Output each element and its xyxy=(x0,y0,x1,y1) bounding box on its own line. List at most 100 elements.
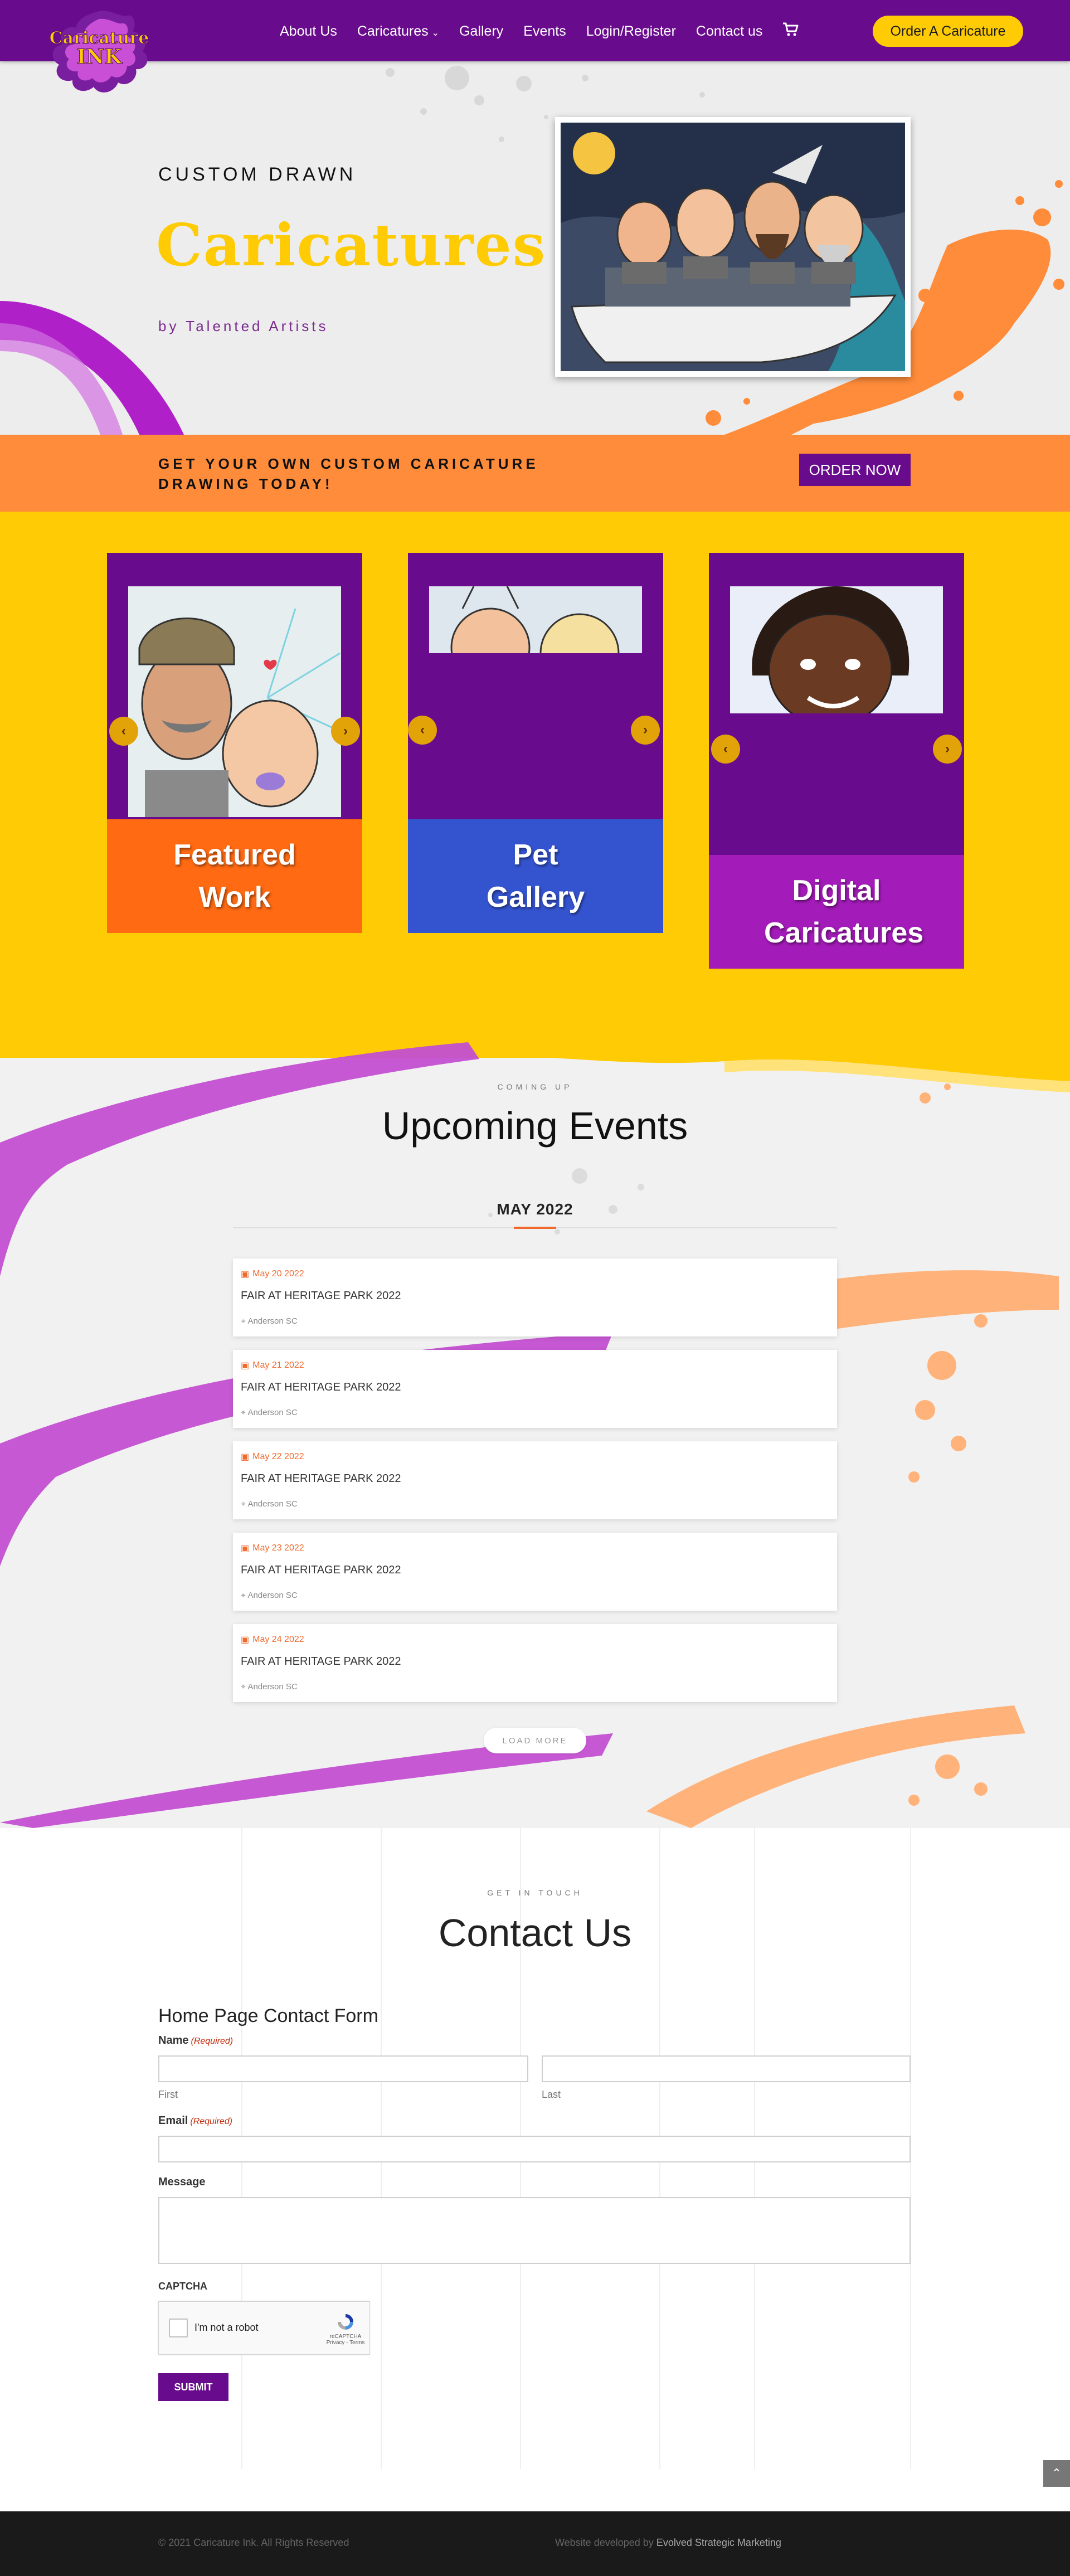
events-title: Upcoming Events xyxy=(382,1104,688,1148)
event-card[interactable]: ▣ May 21 2022 FAIR AT HERITAGE PARK 2022 … xyxy=(233,1350,837,1428)
email-input[interactable] xyxy=(158,2136,911,2162)
event-name[interactable]: FAIR AT HERITAGE PARK 2022 xyxy=(241,1381,401,1394)
prev-arrow-icon[interactable]: ‹ xyxy=(109,717,138,746)
event-name[interactable]: FAIR AT HERITAGE PARK 2022 xyxy=(241,1472,401,1485)
event-name[interactable]: FAIR AT HERITAGE PARK 2022 xyxy=(241,1655,401,1668)
event-date-text: May 23 2022 xyxy=(252,1543,304,1553)
nav-gallery[interactable]: Gallery xyxy=(459,23,503,40)
location-pin-icon: ⌖ xyxy=(241,1591,246,1600)
location-pin-icon: ⌖ xyxy=(241,1316,246,1326)
event-date-text: May 22 2022 xyxy=(252,1452,304,1461)
email-label: Email (Required) xyxy=(158,2115,232,2127)
first-name-input[interactable] xyxy=(158,2055,528,2082)
order-caricature-button[interactable]: Order A Caricature xyxy=(873,16,1023,47)
email-label-text: Email xyxy=(158,2115,188,2127)
developer-credit: Website developed by Evolved Strategic M… xyxy=(555,2537,781,2549)
location-pin-icon: ⌖ xyxy=(241,1682,246,1692)
nav-caricatures[interactable]: Caricatures ⌄ xyxy=(357,23,439,40)
recaptcha-badge: reCAPTCHA Privacy - Terms xyxy=(326,2312,365,2346)
message-label: Message xyxy=(158,2176,206,2188)
event-date-text: May 21 2022 xyxy=(252,1360,304,1370)
event-name[interactable]: FAIR AT HERITAGE PARK 2022 xyxy=(241,1290,401,1302)
event-location-text: Anderson SC xyxy=(247,1591,298,1600)
prev-arrow-icon[interactable]: ‹ xyxy=(711,735,740,764)
message-textarea[interactable] xyxy=(158,2197,911,2264)
main-nav: About Us Caricatures ⌄ Gallery Events Log… xyxy=(280,22,799,41)
event-card[interactable]: ▣ May 22 2022 FAIR AT HERITAGE PARK 2022 … xyxy=(233,1441,837,1519)
events-month-tab[interactable]: MAY 2022 xyxy=(0,1200,1070,1218)
location-pin-icon: ⌖ xyxy=(241,1499,246,1509)
submit-button[interactable]: SUBMIT xyxy=(158,2373,228,2401)
event-location: ⌖ Anderson SC xyxy=(241,1316,298,1326)
event-location-text: Anderson SC xyxy=(247,1316,298,1326)
event-card[interactable]: ▣ May 24 2022 FAIR AT HERITAGE PARK 2022 … xyxy=(233,1624,837,1702)
next-arrow-icon[interactable]: › xyxy=(331,717,360,746)
nav-login-register[interactable]: Login/Register xyxy=(586,23,676,40)
card-label-text: Pet Gallery xyxy=(486,839,585,913)
nav-about-us[interactable]: About Us xyxy=(280,23,337,40)
calendar-icon: ▣ xyxy=(241,1361,250,1370)
event-date-text: May 24 2022 xyxy=(252,1635,304,1644)
name-label: Name (Required) xyxy=(158,2034,233,2047)
digital-caricatures-card[interactable]: ‹ › Digital Caricatures xyxy=(709,553,964,969)
site-footer: © 2021 Caricature Ink. All Rights Reserv… xyxy=(0,2511,1070,2576)
order-now-button[interactable]: ORDER NOW xyxy=(799,454,911,486)
form-title: Home Page Contact Form xyxy=(158,2005,378,2026)
event-date: ▣ May 22 2022 xyxy=(241,1451,304,1462)
event-name[interactable]: FAIR AT HERITAGE PARK 2022 xyxy=(241,1564,401,1577)
required-indicator: (Required) xyxy=(190,2117,232,2126)
next-arrow-icon[interactable]: › xyxy=(933,735,962,764)
nav-contact-us[interactable]: Contact us xyxy=(696,23,763,40)
hero-kicker: CUSTOM DRAWN xyxy=(158,164,357,185)
shopping-cart-icon xyxy=(783,22,799,36)
calendar-icon: ▣ xyxy=(241,1270,250,1279)
event-location: ⌖ Anderson SC xyxy=(241,1591,298,1600)
purple-brush-stroke xyxy=(0,301,184,435)
cta-text: GET YOUR OWN CUSTOM CARICATURE DRAWING T… xyxy=(158,455,539,492)
captcha-text: I'm not a robot xyxy=(194,2322,259,2333)
card-label-text: Featured Work xyxy=(173,839,296,913)
developer-link[interactable]: Evolved Strategic Marketing xyxy=(656,2537,781,2548)
calendar-icon: ▣ xyxy=(241,1635,250,1645)
recaptcha-links[interactable]: Privacy - Terms xyxy=(326,2340,365,2346)
event-date: ▣ May 23 2022 xyxy=(241,1543,304,1554)
pet-gallery-label: Pet Gallery xyxy=(408,819,663,933)
event-card[interactable]: ▣ May 20 2022 FAIR AT HERITAGE PARK 2022 … xyxy=(233,1258,837,1336)
calendar-icon: ▣ xyxy=(241,1544,250,1553)
cart-link[interactable] xyxy=(782,22,799,41)
recaptcha-widget: I'm not a robot reCAPTCHA Privacy - Term… xyxy=(158,2301,370,2355)
hero-section: CUSTOM DRAWN Caricatures by Talented Art… xyxy=(0,61,1070,435)
pet-gallery-card[interactable]: ‹ › Pet Gallery xyxy=(408,553,663,933)
pet-gallery-image xyxy=(429,586,642,653)
digital-caricatures-image xyxy=(730,586,943,713)
nav-events[interactable]: Events xyxy=(523,23,566,40)
event-card[interactable]: ▣ May 23 2022 FAIR AT HERITAGE PARK 2022 … xyxy=(233,1533,837,1611)
hero-caricature-image xyxy=(555,117,911,377)
event-location-text: Anderson SC xyxy=(247,1408,298,1417)
featured-work-card[interactable]: ‹ › Featured Work xyxy=(107,553,362,933)
event-location: ⌖ Anderson SC xyxy=(241,1682,298,1692)
prev-arrow-icon[interactable]: ‹ xyxy=(408,716,437,745)
load-more-button[interactable]: LOAD MORE xyxy=(484,1728,586,1753)
featured-work-label: Featured Work xyxy=(107,819,362,933)
next-arrow-icon[interactable]: › xyxy=(631,716,660,745)
caricature-ink-logo[interactable]: Caricature INK xyxy=(43,6,155,100)
event-location: ⌖ Anderson SC xyxy=(241,1499,298,1509)
event-date: ▣ May 21 2022 xyxy=(241,1360,304,1371)
upcoming-events-section: COMING UP Upcoming Events MAY 2022 ▣ May … xyxy=(0,1020,1070,1828)
nav-caricatures-label: Caricatures xyxy=(357,23,429,39)
events-kicker: COMING UP xyxy=(497,1082,573,1091)
scroll-to-top-icon[interactable]: ⌃ xyxy=(1043,2460,1070,2487)
chevron-down-icon: ⌄ xyxy=(431,28,440,38)
featured-work-image xyxy=(128,586,341,817)
calendar-icon: ▣ xyxy=(241,1452,250,1462)
site-header: About Us Caricatures ⌄ Gallery Events Log… xyxy=(0,0,1070,61)
last-name-input[interactable] xyxy=(542,2055,911,2082)
required-indicator: (Required) xyxy=(191,2037,234,2046)
captcha-label: CAPTCHA xyxy=(158,2281,207,2292)
captcha-checkbox[interactable] xyxy=(169,2319,188,2337)
hero-title: Caricatures xyxy=(156,211,547,279)
recaptcha-icon xyxy=(338,2314,353,2330)
contact-title: Contact Us xyxy=(438,1911,632,1955)
event-date: ▣ May 20 2022 xyxy=(241,1268,304,1280)
